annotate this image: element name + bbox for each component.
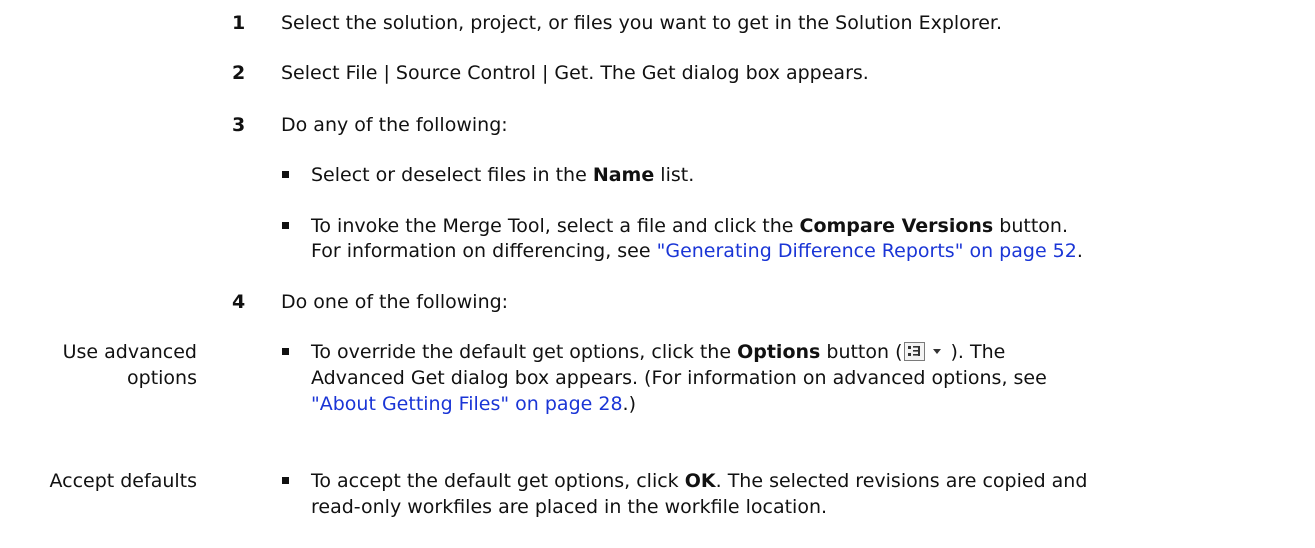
step-text: Select the solution, project, or files y…: [281, 12, 1003, 34]
step-number: 2: [232, 62, 246, 84]
list-item: To override the default get options, cli…: [311, 341, 1006, 363]
step-text: Do any of the following:: [281, 114, 508, 136]
ui-term: OK: [684, 470, 716, 492]
options-dropdown-icon: [903, 342, 941, 361]
bullet-icon: [282, 222, 289, 229]
margin-note: Accept defaults: [49, 470, 197, 492]
list-item-continuation: For information on differencing, see "Ge…: [311, 240, 1083, 262]
bullet-icon: [282, 348, 289, 355]
list-item-continuation: read-only workfiles are placed in the wo…: [311, 496, 828, 518]
list-item: To accept the default get options, click…: [311, 470, 1088, 492]
ui-term: Name: [592, 164, 655, 186]
ui-term: Compare Versions: [799, 215, 994, 237]
ui-term: Options: [737, 341, 821, 363]
margin-note: Use advanced: [62, 341, 197, 363]
step-number: 4: [232, 291, 246, 313]
step-number: 3: [232, 114, 246, 136]
step-number: 1: [232, 12, 246, 34]
list-item: Select or deselect files in the Name lis…: [311, 164, 695, 186]
bullet-icon: [282, 477, 289, 484]
list-item-continuation: Advanced Get dialog box appears. (For in…: [311, 367, 1047, 389]
cross-reference-link[interactable]: "About Getting Files" on page 28: [311, 393, 623, 415]
cross-reference-link[interactable]: "Generating Difference Reports" on page …: [657, 240, 1077, 262]
step-text: Do one of the following:: [281, 291, 509, 313]
margin-note: options: [127, 367, 197, 389]
bullet-icon: [282, 171, 289, 178]
step-text: Select File | Source Control | Get. The …: [281, 62, 869, 84]
list-item-continuation: "About Getting Files" on page 28.): [311, 393, 636, 415]
list-item: To invoke the Merge Tool, select a file …: [311, 215, 1068, 237]
